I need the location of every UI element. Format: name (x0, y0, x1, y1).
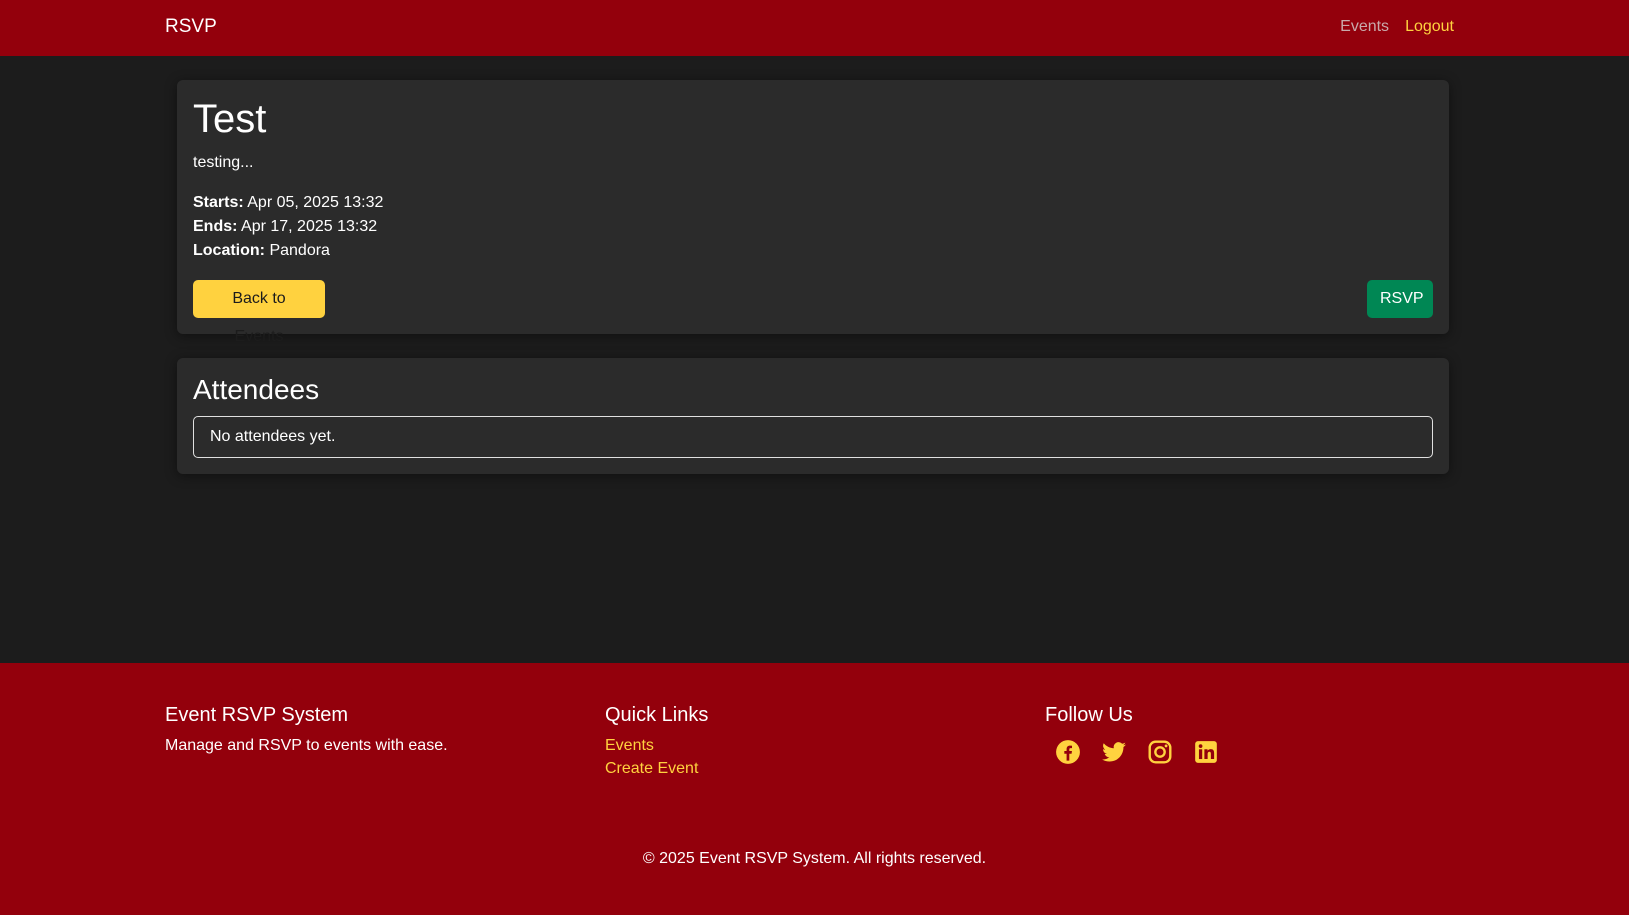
copyright-text: © 2025 Event RSVP System. All rights res… (642, 850, 987, 867)
social-links (1055, 739, 1219, 765)
footer-follow-heading: Follow Us (1045, 704, 1133, 726)
attendees-title: Attendees (193, 374, 320, 405)
event-card: Test testing... Starts: Apr 05, 2025 13:… (177, 80, 1449, 345)
ends-value: Apr 17, 2025 13:32 (241, 218, 378, 235)
attendees-empty-message: No attendees yet. (210, 428, 336, 445)
event-starts: Starts: Apr 05, 2025 13:32 (193, 194, 383, 212)
navbar: RSVP Events Logout (0, 0, 1629, 56)
back-to-events-button[interactable]: Back to Events (193, 280, 325, 345)
location-value: Pandora (269, 242, 330, 259)
starts-label: Starts: (193, 194, 244, 211)
footer-link-create-event[interactable]: Create Event (605, 760, 708, 778)
footer-quick-links: Quick Links Events Create Event (605, 704, 708, 783)
twitter-icon[interactable] (1101, 739, 1127, 765)
footer-about-heading: Event RSVP System (165, 704, 349, 726)
footer-links-heading: Quick Links (605, 704, 709, 726)
event-title: Test (193, 97, 267, 141)
footer: Event RSVP System Manage and RSVP to eve… (0, 663, 1629, 915)
footer-about-text: Manage and RSVP to events with ease. (165, 737, 448, 754)
nav-link-events[interactable]: Events (1340, 18, 1389, 36)
attendees-list: No attendees yet. (193, 416, 1433, 458)
starts-value: Apr 05, 2025 13:32 (247, 194, 384, 211)
footer-link-events[interactable]: Events (605, 737, 708, 755)
event-location: Location: Pandora (193, 242, 330, 260)
event-ends: Ends: Apr 17, 2025 13:32 (193, 218, 377, 236)
nav-link-logout[interactable]: Logout (1405, 18, 1454, 36)
footer-about: Event RSVP System Manage and RSVP to eve… (165, 704, 448, 755)
rsvp-button[interactable]: RSVP (1367, 280, 1433, 318)
footer-follow: Follow Us (1045, 704, 1219, 765)
attendees-card: Attendees No attendees yet. (177, 358, 1449, 474)
nav-links: Events Logout (1340, 18, 1454, 36)
brand-link[interactable]: RSVP (165, 16, 217, 38)
linkedin-icon[interactable] (1193, 739, 1219, 765)
instagram-icon[interactable] (1147, 739, 1173, 765)
event-description: testing... (193, 154, 254, 171)
facebook-icon[interactable] (1055, 739, 1081, 765)
location-label: Location: (193, 242, 265, 259)
ends-label: Ends: (193, 218, 238, 235)
